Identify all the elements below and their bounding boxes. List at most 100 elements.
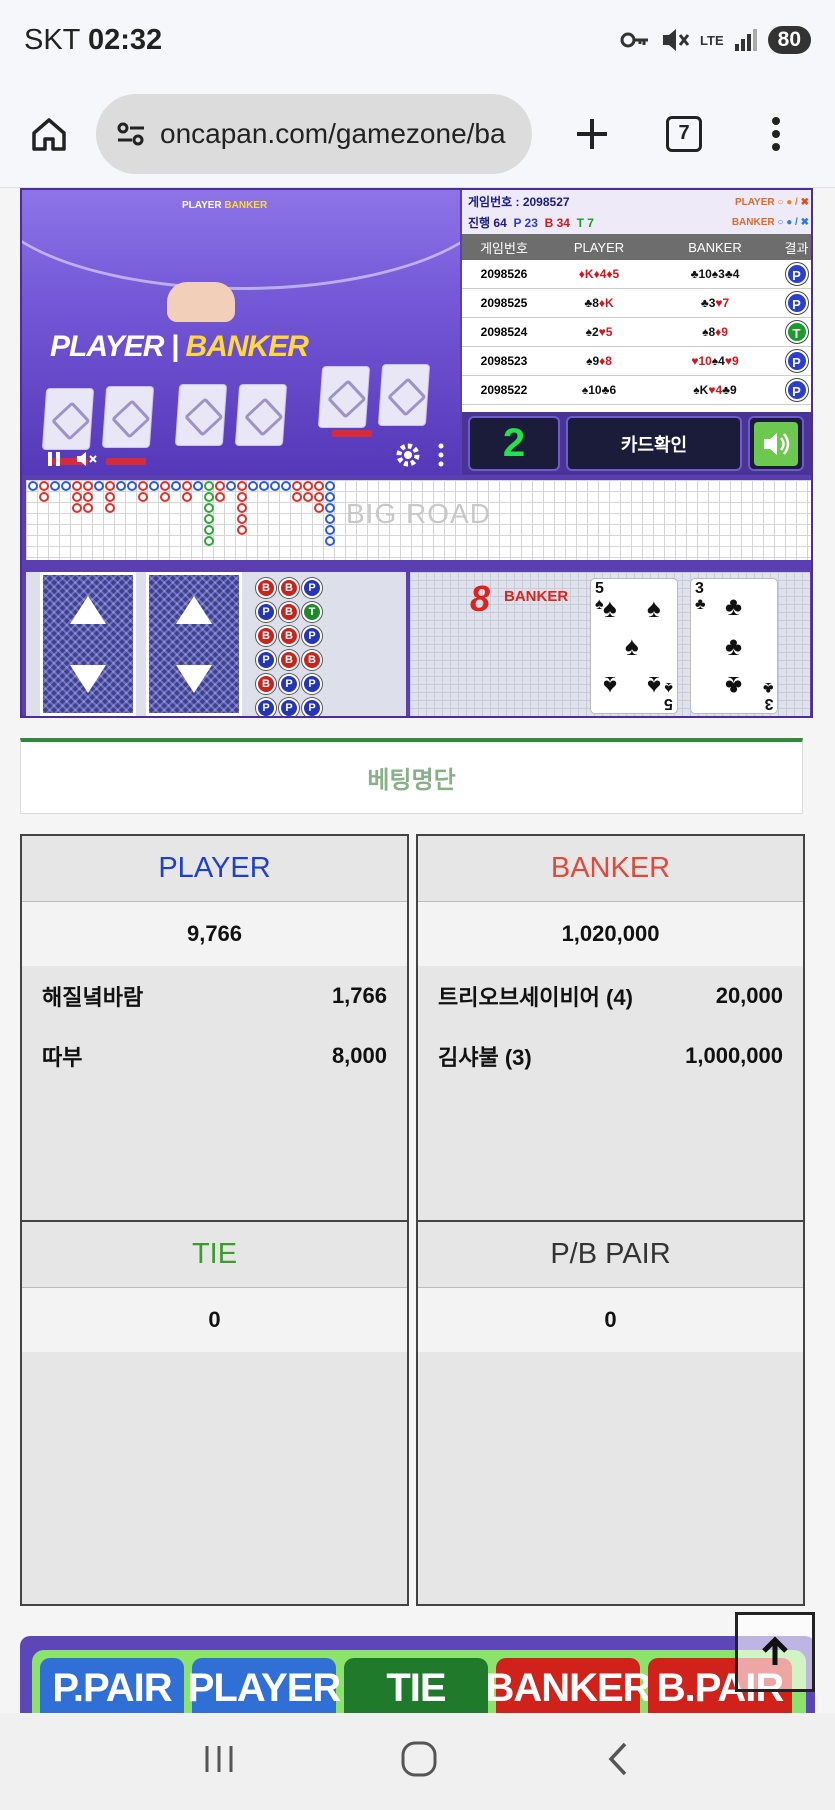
site-settings-icon[interactable] xyxy=(116,121,146,147)
bead-player: P xyxy=(302,698,322,716)
tie-bets-total: 0 xyxy=(22,1288,407,1352)
home-button[interactable] xyxy=(16,101,82,167)
tie-bets-box: TIE 0 xyxy=(20,1220,409,1606)
video-card xyxy=(174,384,228,446)
road-mark xyxy=(204,525,214,535)
road-mark xyxy=(237,514,247,524)
home-nav-button[interactable] xyxy=(400,1740,438,1783)
tie-count: T 7 xyxy=(576,216,594,230)
gear-icon[interactable] xyxy=(394,441,422,469)
card-label: ♣3 xyxy=(700,296,716,310)
spade-icon: ♠ xyxy=(603,593,617,623)
card-label: ♦4 xyxy=(593,267,607,281)
row-game-no: 2098524 xyxy=(480,325,528,339)
row-result: P xyxy=(778,379,811,401)
recents-button[interactable] xyxy=(202,1742,236,1781)
road-mark xyxy=(237,503,247,513)
bet-button-ppair[interactable]: P.PAIR xyxy=(40,1658,184,1713)
road-mark xyxy=(72,492,82,502)
road-mark xyxy=(314,492,324,502)
dot-icon: ● xyxy=(786,217,793,228)
bet-button-player[interactable]: PLAYER xyxy=(188,1658,341,1713)
signal-icon xyxy=(734,28,758,52)
card-label: ♦8 xyxy=(599,354,612,368)
results-row: 2098524 ♠2♥5 ♠8♦9 T xyxy=(462,318,811,347)
road-mark xyxy=(204,536,214,546)
road-mark xyxy=(237,481,247,491)
row-game-no: 2098523 xyxy=(480,354,528,368)
volume-mute-icon[interactable] xyxy=(76,451,100,467)
video-controls-right xyxy=(394,441,444,469)
road-mark xyxy=(50,481,60,491)
road-mark xyxy=(61,481,71,491)
bead-banker: B xyxy=(256,626,276,646)
road-mark xyxy=(325,514,335,524)
col-player: PLAYER xyxy=(573,239,625,255)
card-label: ♥9 xyxy=(724,354,739,368)
road-mark xyxy=(303,492,313,502)
menu-button[interactable] xyxy=(736,94,816,174)
bead-road: BBP PBT BBP PBB BPP PPP xyxy=(256,578,322,716)
url-bar[interactable]: oncapan.com/gamezone/ba xyxy=(96,93,532,174)
video-slot xyxy=(106,458,146,465)
bead-banker: B xyxy=(256,578,276,598)
card-label: ♥5 xyxy=(598,325,613,339)
card-suit: ♣ xyxy=(695,596,706,613)
bead-banker: B xyxy=(256,674,276,694)
card-label: ♠9 xyxy=(586,354,600,368)
road-mark xyxy=(149,481,159,491)
card-label: ♦K xyxy=(578,267,594,281)
panel-controls: 2 카드확인 xyxy=(462,412,811,475)
bet-button-tie[interactable]: TIE xyxy=(344,1658,488,1713)
row-result: P xyxy=(778,263,811,285)
road-mark xyxy=(83,503,93,513)
road-mark xyxy=(270,481,280,491)
card-back xyxy=(40,572,136,716)
more-vert-icon[interactable] xyxy=(438,443,444,467)
row-player-cards: ♠9♦8 xyxy=(546,354,652,368)
col-banker: BANKER xyxy=(688,239,742,255)
circle-icon: ○ xyxy=(777,197,784,208)
player-win-count: P 23 xyxy=(513,216,538,230)
card-back xyxy=(146,572,242,716)
banker-bets-total: 1,020,000 xyxy=(418,902,803,966)
card-check-button[interactable]: 카드확인 xyxy=(566,416,742,471)
results-table-header: 게임번호 PLAYER BANKER 결과 xyxy=(462,234,811,260)
card-logo-icon xyxy=(70,595,106,624)
bet-button-banker[interactable]: BANKER xyxy=(485,1658,652,1713)
row-banker-cards: ♠K♥4♣9 xyxy=(652,383,778,397)
card-label: ♥10 xyxy=(691,354,712,368)
road-mark xyxy=(314,503,324,513)
legend-player-label: PLAYER xyxy=(734,197,775,208)
road-mark xyxy=(204,481,214,491)
road-mark xyxy=(171,481,181,491)
new-tab-button[interactable] xyxy=(552,94,632,174)
back-button[interactable] xyxy=(603,1740,633,1783)
scroll-top-button[interactable] xyxy=(735,1612,815,1692)
live-video[interactable]: PLAYER BANKER PLAYER | BANKER xyxy=(22,190,460,475)
road-mark xyxy=(94,481,104,491)
dot-icon: ● xyxy=(786,197,793,208)
player-bets-title: PLAYER xyxy=(22,836,407,902)
results-table-body: 2098526 ♦K♦4♦5 ♣10♠3♣4 P 2098525 ♣8♦K ♣3♥7 P 209… xyxy=(462,260,811,405)
spade-icon: ♠ xyxy=(603,671,617,701)
tab-switcher-button[interactable]: 7 xyxy=(644,94,724,174)
player-bets-total: 9,766 xyxy=(22,902,407,966)
road-mark xyxy=(39,492,49,502)
countdown-display: 2 xyxy=(468,416,560,471)
pause-icon[interactable] xyxy=(46,451,62,467)
road-mark xyxy=(204,492,214,502)
club-icon: ♣ xyxy=(725,631,743,661)
road-mark xyxy=(248,481,258,491)
card-label: ♦K xyxy=(598,296,614,310)
home-circle-icon xyxy=(401,1741,437,1777)
dealer-hands xyxy=(167,282,235,322)
road-mark xyxy=(72,481,82,491)
road-mark xyxy=(39,481,49,491)
row-player-cards: ♦K♦4♦5 xyxy=(546,267,652,281)
battery-level: 80 xyxy=(767,26,811,54)
sound-button[interactable] xyxy=(748,416,804,471)
status-left: SKT 02:32 xyxy=(24,24,162,57)
status-bar: SKT 02:32 LTE 80 xyxy=(0,0,835,80)
road-mark xyxy=(325,481,335,491)
